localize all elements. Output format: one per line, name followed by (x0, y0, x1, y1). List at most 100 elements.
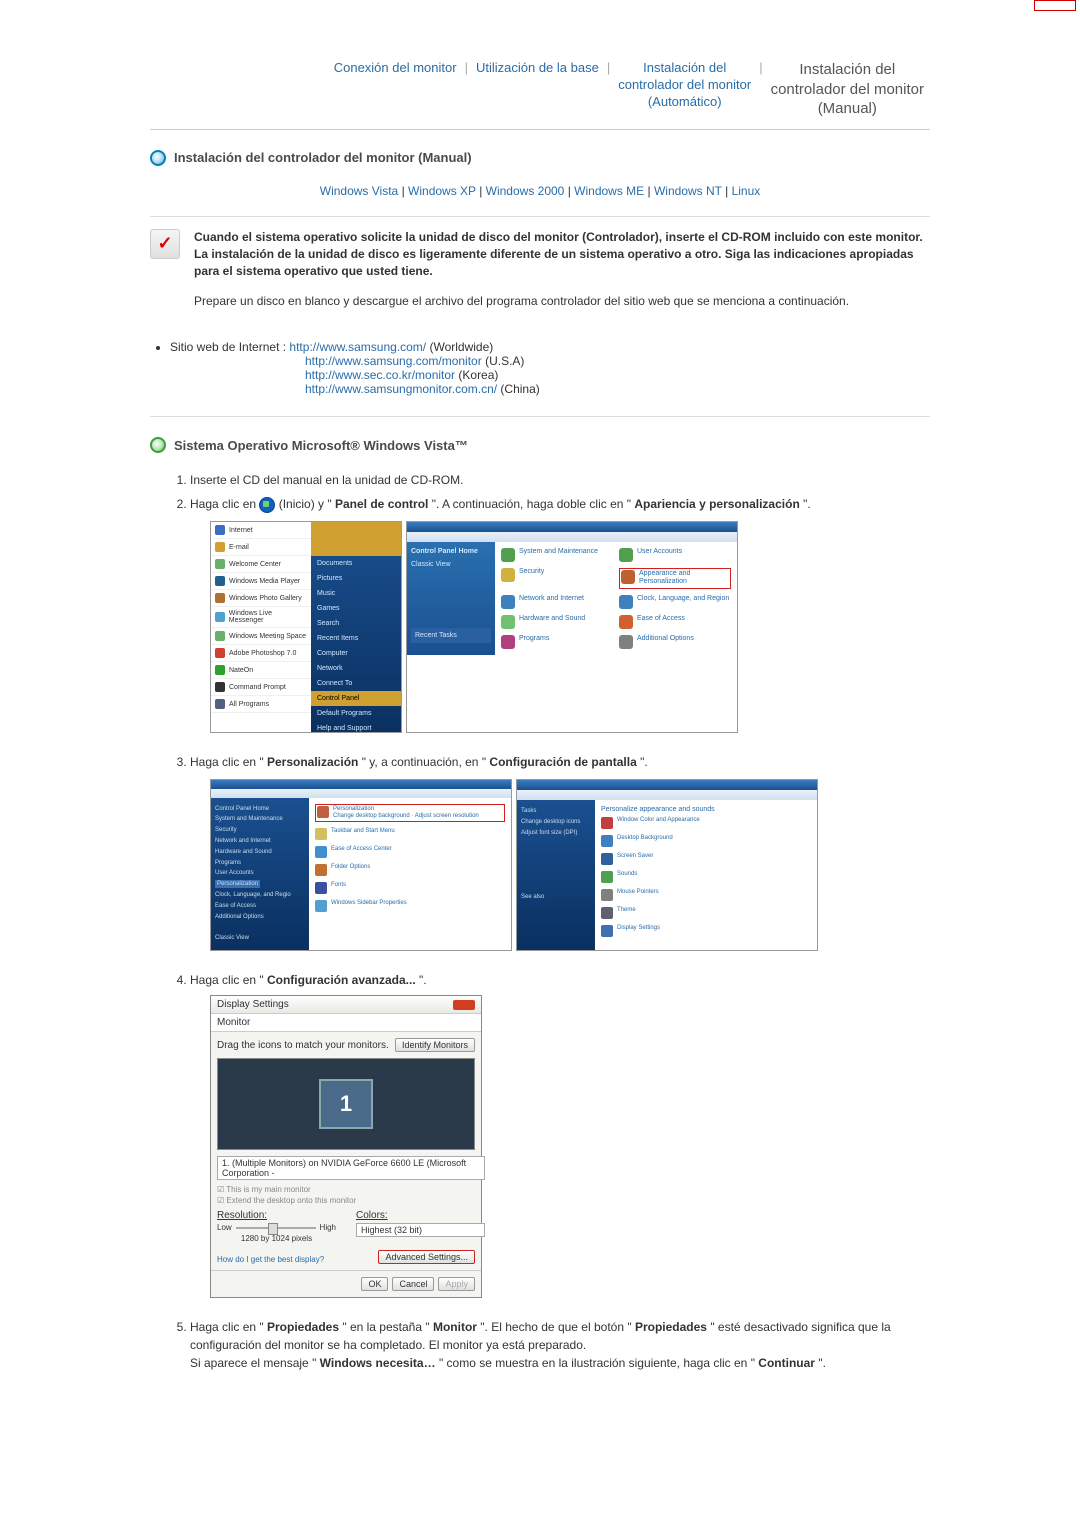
link-samsung-usa[interactable]: http://www.samsung.com/monitor (305, 354, 482, 368)
text: ". A continuación, haga doble clic en " (432, 497, 631, 511)
slider-low: Low (217, 1223, 232, 1232)
text: " en la pestaña " (342, 1320, 429, 1334)
bold-text: Monitor (433, 1320, 477, 1334)
divider: | (463, 60, 470, 75)
site-suffix: (China) (500, 382, 539, 396)
steps-list: Inserte el CD del manual en la unidad de… (190, 471, 930, 513)
steps-list-cont: Haga clic en " Personalización " y, a co… (190, 753, 930, 771)
colors-label: Colors: (356, 1210, 475, 1221)
link-vista[interactable]: Windows Vista (320, 184, 398, 198)
text: ". El hecho de que el botón " (480, 1320, 631, 1334)
text: ". (803, 497, 811, 511)
bold-text: Propiedades (635, 1320, 707, 1334)
screenshot-start-menu: Internet E-mail Welcome Center Windows M… (210, 521, 402, 733)
tab-install-auto[interactable]: Instalación del controlador del monitor … (612, 60, 757, 111)
step2-screenshots: Internet E-mail Welcome Center Windows M… (210, 521, 930, 733)
link-xp[interactable]: Windows XP (408, 184, 476, 198)
text: " y, a continuación, en " (362, 755, 486, 769)
bold-text: Propiedades (267, 1320, 339, 1334)
text: ". (640, 755, 648, 769)
dialog-title: Display Settings (217, 999, 289, 1010)
link-sec-korea[interactable]: http://www.sec.co.kr/monitor (305, 368, 455, 382)
link-linux[interactable]: Linux (732, 184, 761, 198)
help-link[interactable]: How do I get the best display? (217, 1255, 324, 1264)
bullet-icon (150, 437, 166, 453)
bold-text: Configuración de pantalla (489, 755, 636, 769)
dialog-tab[interactable]: Monitor (211, 1014, 481, 1032)
divider: | (605, 60, 612, 75)
bullet-icon (150, 150, 166, 166)
section-title-manual: Instalación del controlador del monitor … (150, 150, 930, 166)
text: (Inicio) y " (279, 497, 332, 511)
tab-base[interactable]: Utilización de la base (470, 60, 605, 77)
check-extend-desktop[interactable]: ☑ Extend the desktop onto this monitor (217, 1195, 475, 1206)
text: ". (818, 1356, 826, 1370)
text: Haga clic en " (190, 973, 264, 987)
bold-text: Windows necesita… (320, 1356, 436, 1370)
identify-monitors-button[interactable]: Identify Monitors (395, 1038, 475, 1052)
monitor-preview: 1 (217, 1058, 475, 1150)
section-title-text: Sistema Operativo Microsoft® Windows Vis… (174, 438, 468, 453)
display-settings-dialog: Display Settings Monitor Drag the icons … (210, 995, 482, 1298)
site-suffix: (Worldwide) (429, 340, 493, 354)
top-tabs: Conexión del monitor | Utilización de la… (150, 60, 930, 130)
bold-text: Configuración avanzada... (267, 973, 416, 987)
drag-hint: Drag the icons to match your monitors. (217, 1040, 389, 1051)
bold-text: Apariencia y personalización (634, 497, 799, 511)
notice-paragraph: Prepare un disco en blanco y descargue e… (194, 293, 930, 310)
resolution-label: Resolution: (217, 1210, 336, 1221)
step-2: Haga clic en (Inicio) y " Panel de contr… (190, 495, 930, 513)
tab-install-manual: Instalación del controlador del monitor … (765, 60, 930, 119)
notice-bold-text: Cuando el sistema operativo solicite la … (194, 230, 923, 279)
site-list: Sitio web de Internet : http://www.samsu… (170, 340, 930, 396)
site-suffix: (Korea) (458, 368, 498, 382)
text: Haga clic en " (190, 755, 264, 769)
slider-high: High (320, 1223, 336, 1232)
site-lead: Sitio web de Internet : (170, 340, 286, 354)
monitor-select[interactable]: 1. (Multiple Monitors) on NVIDIA GeForce… (217, 1156, 485, 1180)
monitor-1-icon[interactable]: 1 (319, 1079, 373, 1129)
site-suffix: (U.S.A) (485, 354, 524, 368)
screenshot-personalization: TasksChange desktop iconsAdjust font siz… (516, 779, 818, 951)
cancel-button[interactable]: Cancel (392, 1277, 434, 1291)
steps-list-cont3: Haga clic en " Propiedades " en la pesta… (190, 1318, 930, 1372)
link-nt[interactable]: Windows NT (654, 184, 722, 198)
bold-text: Personalización (267, 755, 358, 769)
text: Haga clic en " (190, 1320, 264, 1334)
notice-box: ✓ Cuando el sistema operativo solicite l… (150, 216, 930, 323)
checkmark-glyph: ✓ (157, 233, 172, 254)
resolution-value: 1280 by 1024 pixels (217, 1234, 336, 1243)
bold-text: Panel de control (335, 497, 428, 511)
link-samsung-china[interactable]: http://www.samsungmonitor.com.cn/ (305, 382, 497, 396)
check-main-monitor[interactable]: ☑ This is my main monitor (217, 1184, 475, 1195)
start-orb-icon (259, 497, 275, 513)
separator (150, 416, 930, 417)
advanced-settings-button[interactable]: Advanced Settings... (378, 1250, 475, 1264)
close-icon[interactable] (453, 1000, 475, 1010)
steps-list-cont2: Haga clic en " Configuración avanzada...… (190, 971, 930, 989)
divider: | (757, 60, 764, 75)
checkmark-icon: ✓ (150, 229, 180, 259)
apply-button[interactable]: Apply (438, 1277, 475, 1291)
text: Haga clic en (190, 497, 259, 511)
text: Si aparece el mensaje " (190, 1356, 316, 1370)
link-me[interactable]: Windows ME (574, 184, 644, 198)
link-2000[interactable]: Windows 2000 (486, 184, 565, 198)
screenshot-control-panel: Control Panel Home Classic View Recent T… (406, 521, 738, 733)
ok-button[interactable]: OK (361, 1277, 388, 1291)
bold-text: Continuar (758, 1356, 815, 1370)
resolution-slider[interactable]: Low High (217, 1223, 336, 1232)
list-item: Sitio web de Internet : http://www.samsu… (170, 340, 930, 396)
step-3: Haga clic en " Personalización " y, a co… (190, 753, 930, 771)
step-4: Haga clic en " Configuración avanzada...… (190, 971, 930, 989)
colors-select[interactable]: Highest (32 bit) (356, 1223, 485, 1237)
step-5: Haga clic en " Propiedades " en la pesta… (190, 1318, 930, 1372)
section-title-vista: Sistema Operativo Microsoft® Windows Vis… (150, 437, 930, 453)
text: ". (419, 973, 427, 987)
section-title-text: Instalación del controlador del monitor … (174, 150, 472, 165)
text: " como se muestra en la ilustración sigu… (439, 1356, 755, 1370)
os-links-row: Windows Vista | Windows XP | Windows 200… (150, 184, 930, 198)
link-samsung-world[interactable]: http://www.samsung.com/ (289, 340, 426, 354)
tab-connection[interactable]: Conexión del monitor (328, 60, 463, 77)
screenshot-appearance: Control Panel Home System and Maintenanc… (210, 779, 512, 951)
